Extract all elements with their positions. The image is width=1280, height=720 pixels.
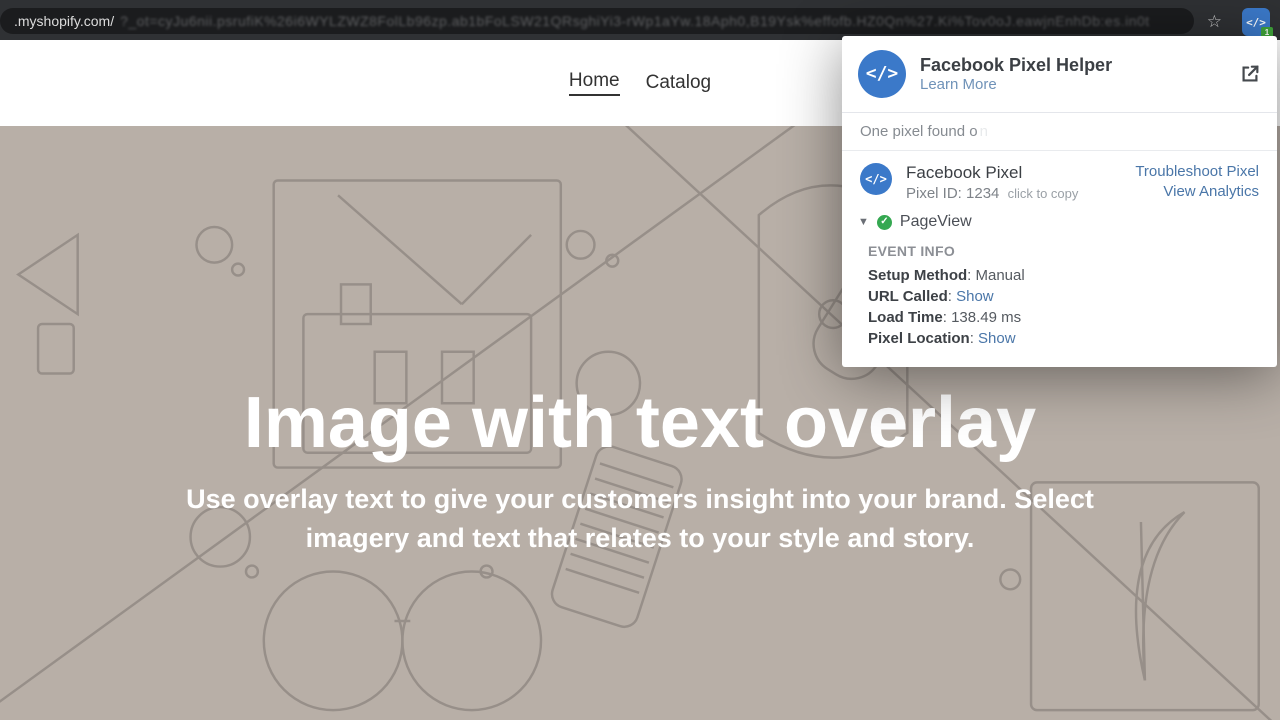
event-name: PageView (900, 213, 972, 231)
learn-more-link[interactable]: Learn More (920, 76, 1112, 93)
troubleshoot-link[interactable]: Troubleshoot Pixel (1135, 163, 1259, 180)
popup-status-line: One pixel found on (842, 113, 1277, 151)
url-blurred-tail: ?_ot=cyJu6nii.psrufiK%26i6WYLZWZ8FolLb96… (120, 13, 1150, 29)
pixel-id-label: Pixel ID: (906, 185, 962, 202)
hero-text: Image with text overlay Use overlay text… (180, 386, 1100, 558)
click-to-copy-hint[interactable]: click to copy (1008, 186, 1079, 201)
event-url-called: URL Called: Show (868, 288, 1259, 305)
event-info-title: EVENT INFO (868, 243, 1259, 259)
event-toggle-row[interactable]: ▼ ✓ PageView (842, 207, 1277, 235)
status-text-faded: n (980, 123, 988, 140)
hero-headline: Image with text overlay (180, 386, 1100, 462)
hero-subtext: Use overlay text to give your customers … (180, 480, 1100, 558)
event-info-panel: EVENT INFO Setup Method: Manual URL Call… (842, 235, 1277, 367)
status-text: One pixel found o (860, 123, 978, 140)
pixel-helper-extension-icon[interactable]: 1 (1242, 8, 1270, 36)
open-external-icon[interactable] (1239, 63, 1261, 85)
event-load-time: Load Time: 138.49 ms (868, 309, 1259, 326)
browser-top-bar: .myshopify.com/ ?_ot=cyJu6nii.psrufiK%26… (0, 0, 1280, 40)
url-text: .myshopify.com/ (14, 13, 114, 29)
nav-link-home[interactable]: Home (569, 70, 620, 96)
bookmark-star-icon[interactable]: ☆ (1207, 12, 1222, 32)
address-bar[interactable]: .myshopify.com/ ?_ot=cyJu6nii.psrufiK%26… (0, 8, 1194, 34)
view-analytics-link[interactable]: View Analytics (1135, 183, 1259, 200)
popup-title: Facebook Pixel Helper (920, 55, 1112, 76)
url-called-show-link[interactable]: Show (956, 288, 994, 305)
event-pixel-location: Pixel Location: Show (868, 330, 1259, 347)
pixel-location-show-link[interactable]: Show (978, 330, 1016, 347)
nav-link-catalog[interactable]: Catalog (646, 72, 712, 94)
pixel-id: Pixel ID: 1234 click to copy (906, 185, 1078, 202)
pixel-icon: </> (860, 163, 892, 195)
pixel-id-value[interactable]: 1234 (966, 185, 999, 202)
popup-header: </> Facebook Pixel Helper Learn More (842, 36, 1277, 113)
pixel-helper-logo-icon: </> (858, 50, 906, 98)
pixel-name: Facebook Pixel (906, 163, 1078, 183)
pixel-helper-popup: </> Facebook Pixel Helper Learn More One… (842, 36, 1277, 367)
pixel-entry: </> Facebook Pixel Pixel ID: 1234 click … (842, 151, 1277, 207)
event-status-success-icon: ✓ (877, 215, 892, 230)
event-setup-method: Setup Method: Manual (868, 267, 1259, 284)
chevron-down-icon: ▼ (858, 216, 869, 228)
